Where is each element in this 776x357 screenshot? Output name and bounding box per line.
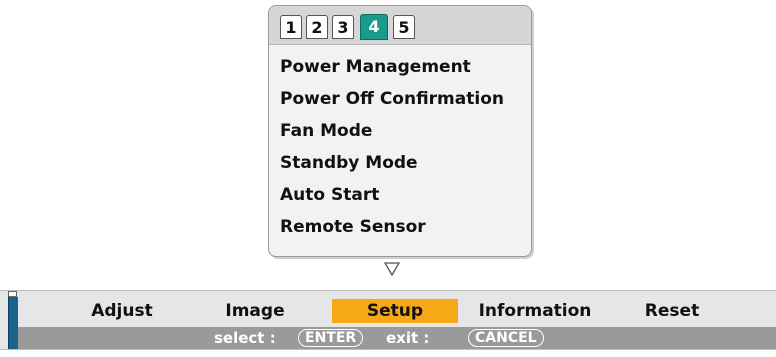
menu-edge-bar <box>8 297 18 349</box>
setup-submenu-panel: 1 2 3 4 5 Power Management Power Off Con… <box>268 5 532 257</box>
cancel-key-badge: CANCEL <box>468 329 544 347</box>
menu-adjust[interactable]: Adjust <box>72 299 172 323</box>
menu-setup[interactable]: Setup <box>332 299 458 323</box>
osd-screen: 1 2 3 4 5 Power Management Power Off Con… <box>0 0 776 357</box>
tab-2[interactable]: 2 <box>306 15 328 39</box>
menu-item-power-off-confirmation[interactable]: Power Off Confirmation <box>269 83 531 115</box>
menu-item-remote-sensor[interactable]: Remote Sensor <box>269 211 531 243</box>
menu-information[interactable]: Information <box>465 299 605 323</box>
key-hint-bar: select : ENTER exit : CANCEL <box>18 327 776 349</box>
menu-item-power-management[interactable]: Power Management <box>269 51 531 83</box>
submenu-tab-bar: 1 2 3 4 5 <box>269 6 531 45</box>
submenu-item-list: Power Management Power Off Confirmation … <box>269 51 531 243</box>
exit-hint-label: exit : <box>386 329 430 347</box>
tab-3[interactable]: 3 <box>332 15 354 39</box>
menu-item-auto-start[interactable]: Auto Start <box>269 179 531 211</box>
select-hint-label: select : <box>214 329 276 347</box>
menu-item-fan-mode[interactable]: Fan Mode <box>269 115 531 147</box>
menu-image[interactable]: Image <box>210 299 300 323</box>
main-menu-bar: Adjust Image Setup Information Reset sel… <box>0 290 776 350</box>
down-triangle-icon <box>384 262 400 277</box>
tab-5[interactable]: 5 <box>393 15 415 39</box>
menu-reset[interactable]: Reset <box>622 299 722 323</box>
enter-key-badge: ENTER <box>298 329 364 347</box>
tab-1[interactable]: 1 <box>280 15 302 39</box>
menu-item-standby-mode[interactable]: Standby Mode <box>269 147 531 179</box>
tab-4[interactable]: 4 <box>360 14 388 40</box>
